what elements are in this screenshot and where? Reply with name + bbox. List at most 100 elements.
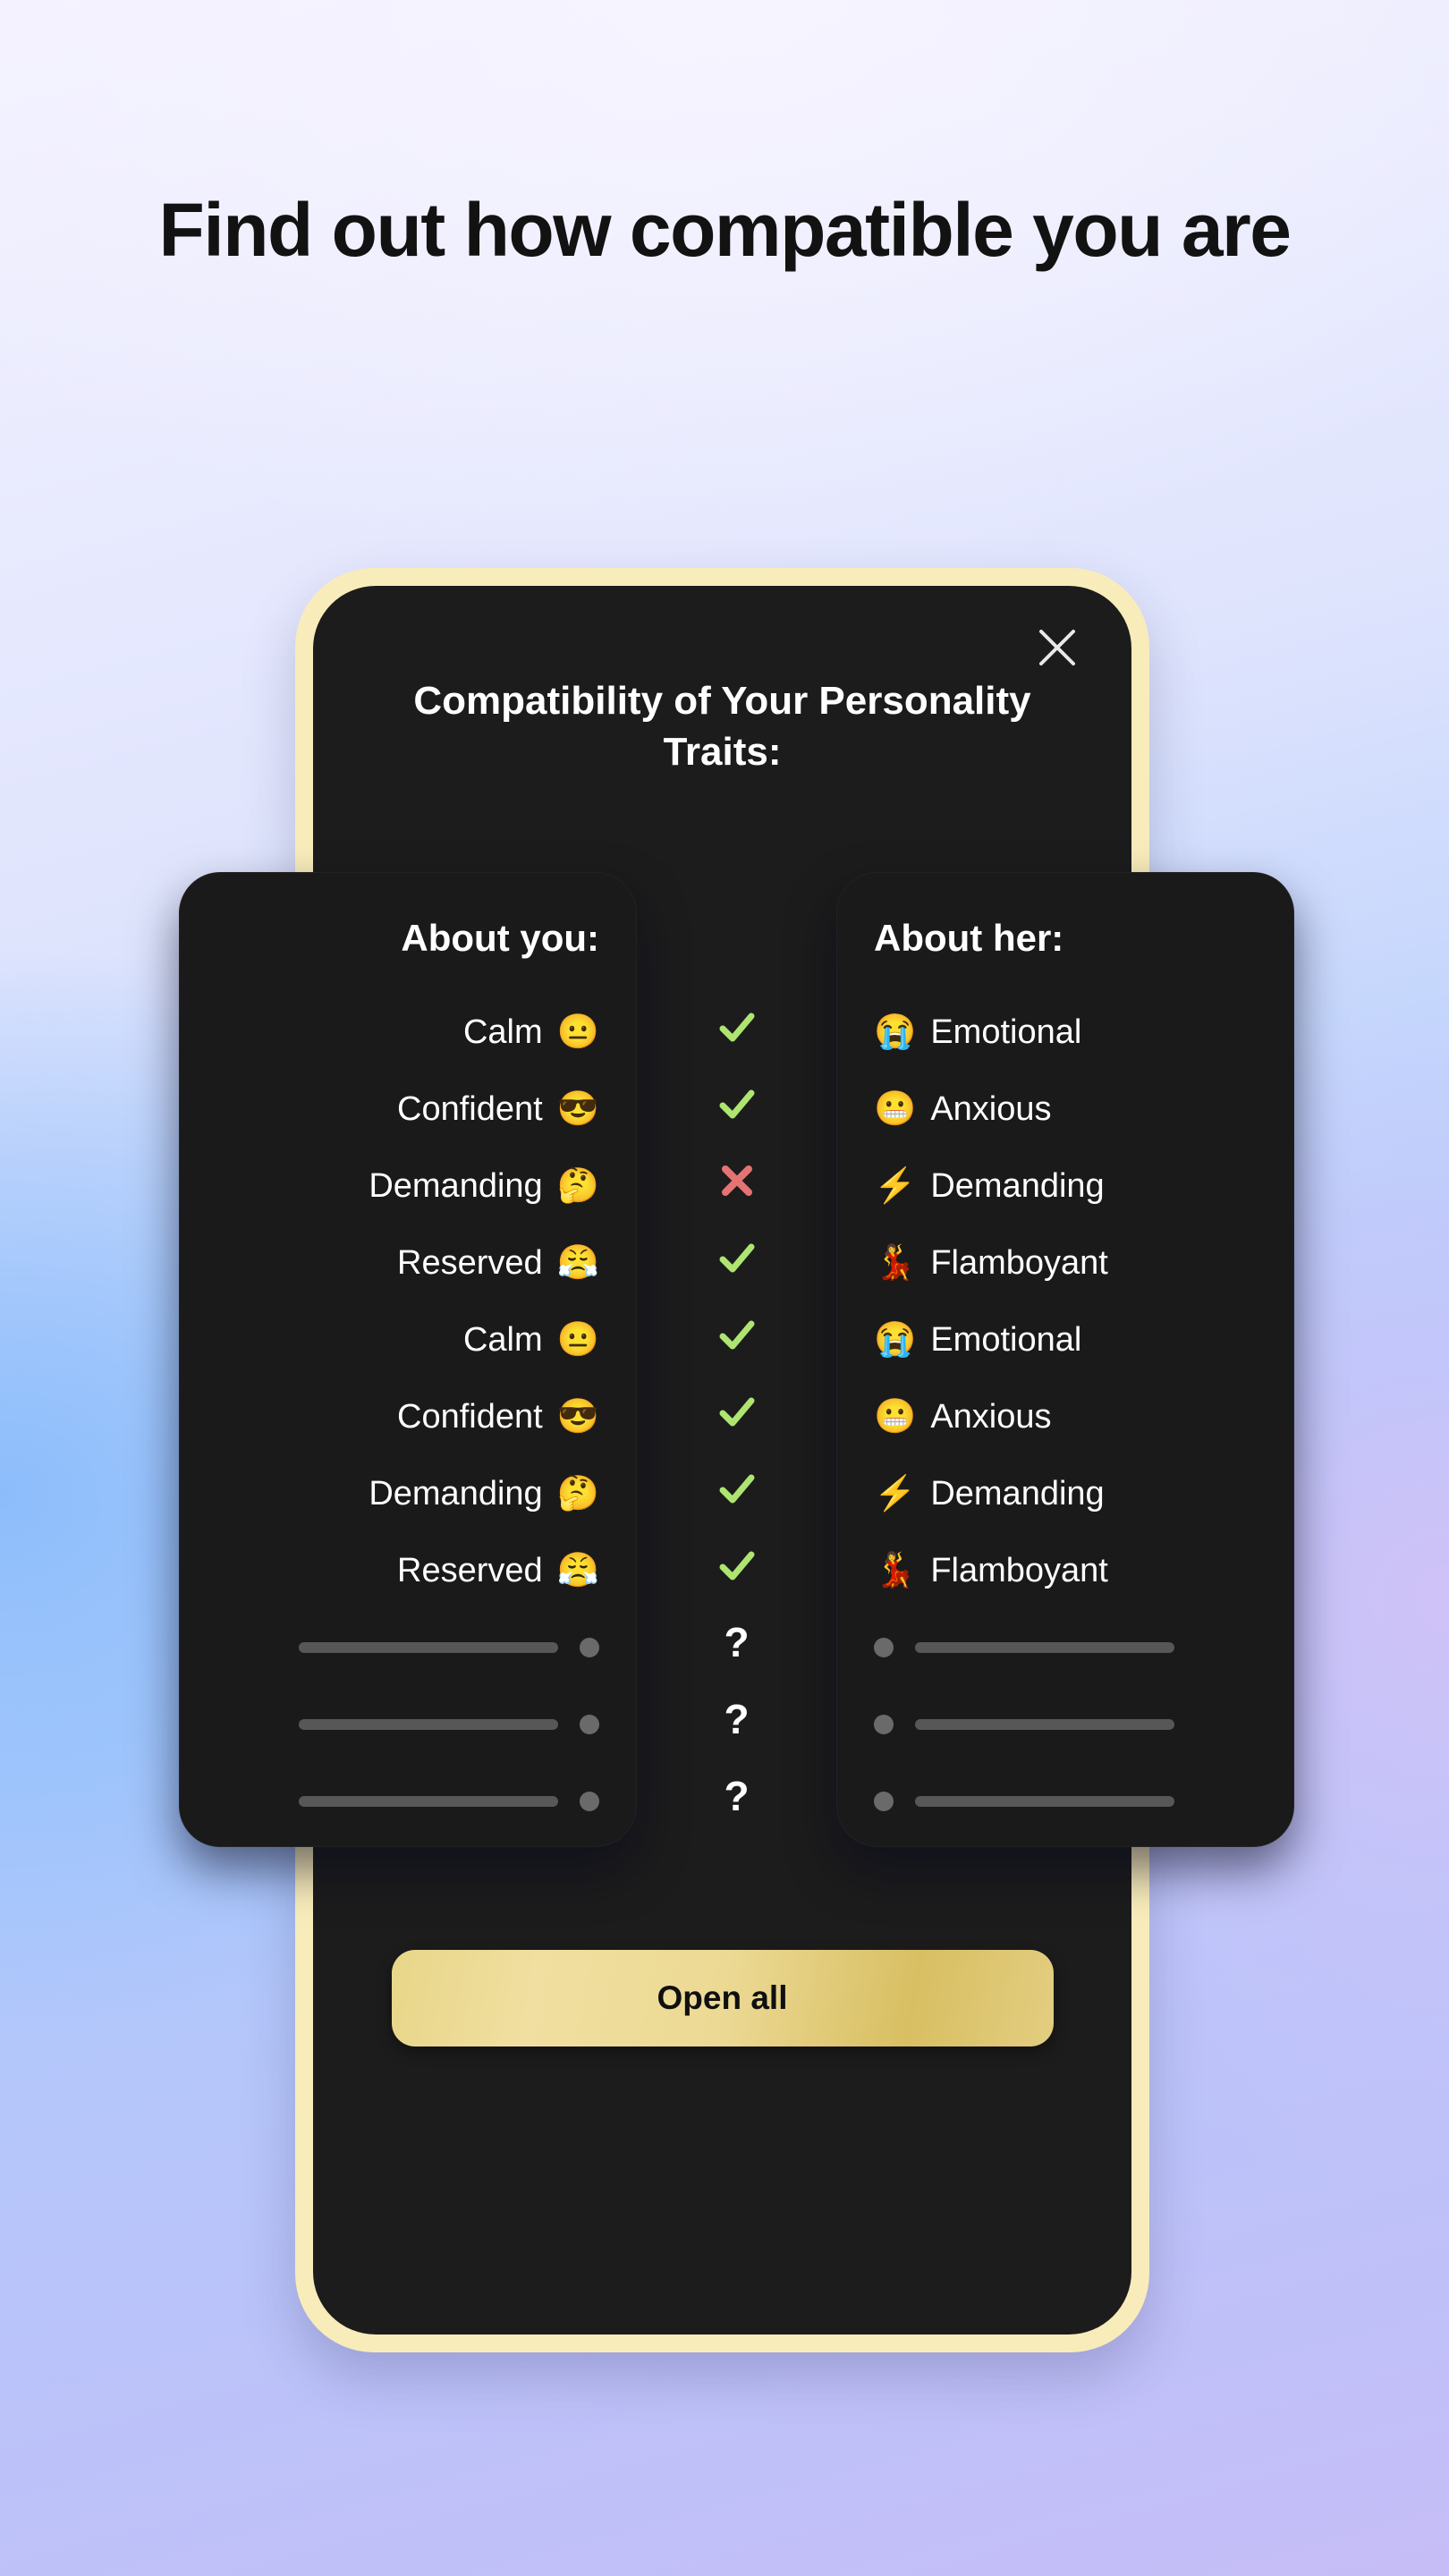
trait-label: Emotional <box>930 1013 1082 1051</box>
locked-trait-dot <box>874 1638 894 1657</box>
trait-row[interactable]: Confident 😎 <box>179 1378 637 1455</box>
trait-label: Reserved <box>397 1551 543 1589</box>
locked-trait-row[interactable] <box>179 1609 637 1686</box>
trait-row[interactable]: ⚡ Demanding <box>836 1148 1294 1224</box>
locked-trait-dot <box>580 1792 599 1811</box>
trait-label: Reserved <box>397 1243 543 1282</box>
verdict-row <box>637 988 836 1065</box>
promo-screen: Find out how compatible you are Compatib… <box>0 0 1449 2576</box>
check-icon <box>719 1089 754 1119</box>
neutral-face-emoji: 😐 <box>556 1321 599 1359</box>
question-mark-icon: ? <box>724 1696 750 1742</box>
verdict-row <box>637 1296 836 1373</box>
trait-row[interactable]: 😬 Anxious <box>836 1378 1294 1455</box>
verdict-column: ??? <box>637 872 836 1847</box>
modal-title: Compatibility of Your Personality Traits… <box>413 679 1031 775</box>
trait-label: Flamboyant <box>930 1243 1108 1282</box>
locked-trait-dot <box>580 1715 599 1734</box>
trait-row[interactable]: 💃 Flamboyant <box>836 1532 1294 1609</box>
trait-label: Demanding <box>930 1166 1105 1205</box>
sunglasses-face-emoji: 😎 <box>556 1398 599 1436</box>
trait-label: Flamboyant <box>930 1551 1108 1589</box>
trait-row[interactable]: Reserved 😤 <box>179 1532 637 1609</box>
about-you-heading: About you: <box>401 917 599 959</box>
trait-label: Anxious <box>930 1089 1052 1128</box>
trait-label: Confident <box>397 1397 543 1436</box>
loudly-crying-face-emoji: 😭 <box>874 1013 917 1051</box>
locked-trait-bar <box>299 1719 558 1730</box>
sunglasses-face-emoji: 😎 <box>556 1090 599 1128</box>
locked-trait-dot <box>874 1792 894 1811</box>
trait-label: Demanding <box>930 1474 1105 1513</box>
locked-trait-bar <box>915 1642 1174 1653</box>
trait-row[interactable]: Demanding 🤔 <box>179 1455 637 1532</box>
question-mark-icon: ? <box>724 1619 750 1665</box>
trait-row[interactable]: 😭 Emotional <box>836 1301 1294 1378</box>
locked-trait-row[interactable] <box>836 1686 1294 1763</box>
locked-trait-dot <box>874 1715 894 1734</box>
woman-dancing-emoji: 💃 <box>874 1552 917 1589</box>
steam-nose-face-emoji: 😤 <box>556 1244 599 1282</box>
verdict-list: ??? <box>637 988 836 1835</box>
about-her-card: About her: 😭 Emotional 😬 Anxious ⚡ Demanding 💃… <box>836 872 1294 1847</box>
verdict-row <box>637 1527 836 1604</box>
about-you-trait-list: Calm 😐 Confident 😎 Demanding 🤔 Reserved 😤 Calm 😐 C… <box>179 994 637 1840</box>
lightning-bolt-emoji: ⚡ <box>874 1167 917 1205</box>
trait-row[interactable]: Confident 😎 <box>179 1071 637 1148</box>
locked-trait-bar <box>915 1719 1174 1730</box>
locked-verdict-row: ? <box>637 1604 836 1681</box>
steam-nose-face-emoji: 😤 <box>556 1552 599 1589</box>
verdict-row <box>637 1219 836 1296</box>
woman-dancing-emoji: 💃 <box>874 1244 917 1282</box>
trait-label: Anxious <box>930 1397 1052 1436</box>
about-her-heading: About her: <box>874 917 1064 959</box>
about-you-card: About you: Calm 😐 Confident 😎 Demanding 🤔 Rese… <box>179 872 637 1847</box>
verdict-row <box>637 1373 836 1450</box>
check-icon <box>719 1551 754 1580</box>
trait-row[interactable]: Reserved 😤 <box>179 1224 637 1301</box>
grimacing-face-emoji: 😬 <box>874 1090 917 1128</box>
lightning-bolt-emoji: ⚡ <box>874 1475 917 1513</box>
close-icon[interactable] <box>1030 620 1085 675</box>
trait-label: Calm <box>462 1320 543 1359</box>
locked-trait-bar <box>915 1796 1174 1807</box>
trait-label: Confident <box>397 1089 543 1128</box>
neutral-face-emoji: 😐 <box>556 1013 599 1051</box>
grimacing-face-emoji: 😬 <box>874 1398 917 1436</box>
locked-trait-bar <box>299 1642 558 1653</box>
locked-trait-row[interactable] <box>836 1609 1294 1686</box>
check-icon <box>719 1243 754 1273</box>
about-her-trait-list: 😭 Emotional 😬 Anxious ⚡ Demanding 💃 Flamboyant 😭… <box>836 994 1294 1840</box>
check-icon <box>719 1320 754 1350</box>
open-all-button[interactable]: Open all <box>391 1950 1054 2046</box>
page-title: Find out how compatible you are <box>158 188 1292 272</box>
trait-row[interactable]: 😭 Emotional <box>836 994 1294 1071</box>
locked-verdict-row: ? <box>637 1758 836 1835</box>
thinking-face-emoji: 🤔 <box>556 1475 599 1513</box>
locked-trait-row[interactable] <box>179 1763 637 1840</box>
trait-label: Calm <box>462 1013 543 1051</box>
trait-label: Emotional <box>930 1320 1082 1359</box>
locked-verdict-row: ? <box>637 1681 836 1758</box>
question-mark-icon: ? <box>724 1773 750 1819</box>
trait-row[interactable]: 💃 Flamboyant <box>836 1224 1294 1301</box>
verdict-row <box>637 1142 836 1219</box>
trait-row[interactable]: Demanding 🤔 <box>179 1148 637 1224</box>
locked-trait-row[interactable] <box>836 1763 1294 1840</box>
locked-trait-row[interactable] <box>179 1686 637 1763</box>
locked-trait-bar <box>299 1796 558 1807</box>
trait-row[interactable]: ⚡ Demanding <box>836 1455 1294 1532</box>
loudly-crying-face-emoji: 😭 <box>874 1321 917 1359</box>
trait-row[interactable]: Calm 😐 <box>179 1301 637 1378</box>
check-icon <box>719 1013 754 1042</box>
check-icon <box>719 1397 754 1427</box>
verdict-row <box>637 1065 836 1142</box>
cross-icon <box>721 1165 752 1196</box>
verdict-row <box>637 1450 836 1527</box>
check-icon <box>719 1474 754 1504</box>
trait-row[interactable]: Calm 😐 <box>179 994 637 1071</box>
trait-row[interactable]: 😬 Anxious <box>836 1071 1294 1148</box>
thinking-face-emoji: 🤔 <box>556 1167 599 1205</box>
trait-label: Demanding <box>369 1166 543 1205</box>
locked-trait-dot <box>580 1638 599 1657</box>
